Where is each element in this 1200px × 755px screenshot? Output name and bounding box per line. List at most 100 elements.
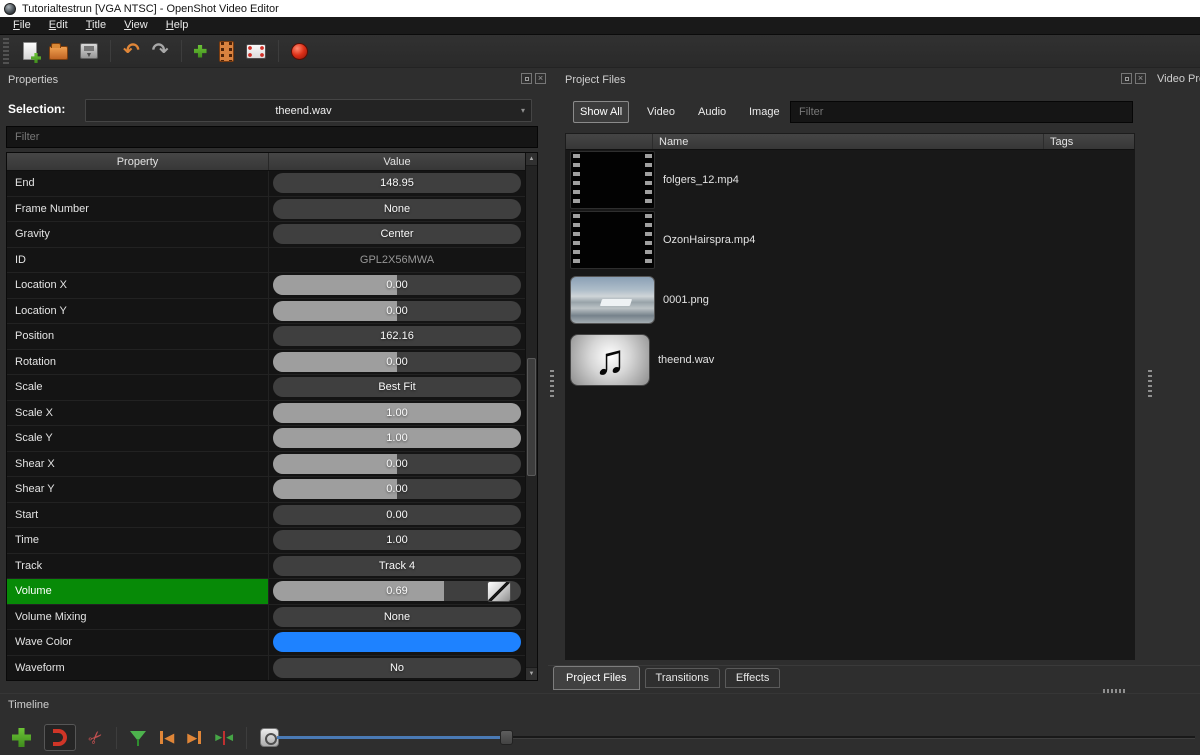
property-value-cell[interactable]: 0.00 <box>269 273 525 298</box>
property-row-location-y[interactable]: Location Y 0.00 <box>7 299 537 325</box>
wave-color-swatch[interactable] <box>273 632 521 652</box>
property-value-pill[interactable]: 148.95 <box>273 173 521 193</box>
menu-edit[interactable]: Edit <box>40 17 77 34</box>
export-video-button[interactable] <box>291 43 308 60</box>
slider-handle[interactable] <box>500 730 513 745</box>
scrollbar-down-arrow[interactable]: ▼ <box>526 667 537 680</box>
menu-title[interactable]: Title <box>77 17 115 34</box>
column-header-tags[interactable]: Tags <box>1044 134 1134 149</box>
toolbar-grip-handle[interactable] <box>3 38 9 64</box>
menu-help[interactable]: Help <box>157 17 198 34</box>
property-row-wave-color[interactable]: Wave Color <box>7 630 537 656</box>
properties-scrollbar[interactable]: ▲ ▼ <box>525 153 537 680</box>
filter-show-all-button[interactable]: Show All <box>573 101 629 123</box>
property-value-cell[interactable]: 0.00 <box>269 350 525 375</box>
tab-project-files[interactable]: Project Files <box>553 666 640 690</box>
filter-audio-button[interactable]: Audio <box>692 101 732 123</box>
razor-tool-button[interactable]: ✂ <box>84 725 108 749</box>
tab-transitions[interactable]: Transitions <box>645 668 720 688</box>
property-value-cell[interactable]: Track 4 <box>269 554 525 579</box>
property-value-cell[interactable]: 0.00 <box>269 299 525 324</box>
choose-profile-button[interactable] <box>219 41 234 62</box>
property-row-scale-y[interactable]: Scale Y 1.00 <box>7 426 537 452</box>
property-value-pill[interactable]: Center <box>273 224 521 244</box>
property-value-cell[interactable]: 0.00 <box>269 477 525 502</box>
add-track-button[interactable] <box>12 728 31 747</box>
property-value-cell[interactable]: Best Fit <box>269 375 525 400</box>
property-value-cell[interactable]: 0.00 <box>269 503 525 528</box>
column-header-value[interactable]: Value <box>269 153 525 170</box>
property-value-pill[interactable]: None <box>273 607 521 627</box>
file-row-ozonhairspra-mp4[interactable]: OzonHairspra.mp4 <box>565 210 1135 270</box>
property-value-pill[interactable]: No <box>273 658 521 678</box>
filter-image-button[interactable]: Image <box>743 101 786 123</box>
properties-table-header[interactable]: Property Value <box>7 153 537 171</box>
selection-dropdown[interactable]: theend.wav ▾ <box>85 99 532 122</box>
property-value-cell[interactable]: 1.00 <box>269 426 525 451</box>
add-marker-button[interactable] <box>130 730 146 746</box>
property-row-gravity[interactable]: Gravity Center <box>7 222 537 248</box>
property-value-cell[interactable]: 1.00 <box>269 401 525 426</box>
property-row-volume-mixing[interactable]: Volume Mixing None <box>7 605 537 631</box>
property-row-shear-y[interactable]: Shear Y 0.00 <box>7 477 537 503</box>
property-value-pill[interactable]: None <box>273 199 521 219</box>
property-row-location-x[interactable]: Location X 0.00 <box>7 273 537 299</box>
property-value-cell[interactable]: GPL2X56MWA <box>269 248 525 273</box>
undo-button[interactable]: ↶ <box>123 42 140 60</box>
property-value-pill[interactable]: 0.00 <box>273 479 521 499</box>
scrollbar-up-arrow[interactable]: ▲ <box>526 153 537 166</box>
property-row-waveform[interactable]: Waveform No <box>7 656 537 681</box>
splitter-handle-right[interactable] <box>1148 370 1152 397</box>
properties-close-button[interactable]: × <box>535 73 546 84</box>
property-row-rotation[interactable]: Rotation 0.00 <box>7 350 537 376</box>
project-files-float-button[interactable] <box>1121 73 1132 84</box>
property-value-cell[interactable]: Center <box>269 222 525 247</box>
property-row-track[interactable]: Track Track 4 <box>7 554 537 580</box>
property-row-position[interactable]: Position 162.16 <box>7 324 537 350</box>
property-value-cell[interactable]: 1.00 <box>269 528 525 553</box>
center-on-playhead-button[interactable]: ▶ ◀ <box>215 731 233 745</box>
property-row-end[interactable]: End 148.95 <box>7 171 537 197</box>
previous-marker-button[interactable]: ◀ <box>159 730 174 746</box>
files-table-header[interactable]: Name Tags <box>565 133 1135 150</box>
menu-view[interactable]: View <box>115 17 157 34</box>
scrollbar-thumb[interactable] <box>527 358 536 476</box>
property-row-id[interactable]: ID GPL2X56MWA <box>7 248 537 274</box>
next-marker-button[interactable]: ▶ <box>187 730 202 746</box>
property-row-shear-x[interactable]: Shear X 0.00 <box>7 452 537 478</box>
property-row-start[interactable]: Start 0.00 <box>7 503 537 529</box>
property-value-pill[interactable]: 0.00 <box>273 275 521 295</box>
property-value-pill[interactable]: Best Fit <box>273 377 521 397</box>
property-row-scale[interactable]: Scale Best Fit <box>7 375 537 401</box>
tab-effects[interactable]: Effects <box>725 668 780 688</box>
snapping-toggle-button[interactable] <box>44 724 76 751</box>
property-value-cell[interactable]: 0.69 <box>269 579 525 604</box>
property-row-volume[interactable]: Volume 0.69 <box>7 579 537 605</box>
open-project-button[interactable] <box>49 46 68 60</box>
property-value-pill[interactable]: 0.00 <box>273 505 521 525</box>
new-project-button[interactable] <box>23 42 37 60</box>
property-value-cell[interactable]: No <box>269 656 525 681</box>
keyframe-interpolation-button[interactable] <box>487 581 511 602</box>
property-value-pill[interactable]: Track 4 <box>273 556 521 576</box>
property-row-frame-number[interactable]: Frame Number None <box>7 197 537 223</box>
fullscreen-button[interactable] <box>246 44 266 59</box>
property-value-pill[interactable]: 1.00 <box>273 428 521 448</box>
property-value-pill[interactable]: 1.00 <box>273 530 521 550</box>
menu-file[interactable]: File <box>4 17 40 34</box>
timeline-zoom-slider[interactable] <box>277 730 1195 745</box>
column-header-property[interactable]: Property <box>7 153 269 170</box>
column-header-name[interactable]: Name <box>653 134 1044 149</box>
property-value-pill[interactable]: 0.69 <box>273 581 521 601</box>
property-value-pill[interactable]: 0.00 <box>273 352 521 372</box>
splitter-handle-left[interactable] <box>550 370 554 397</box>
filter-video-button[interactable]: Video <box>641 101 681 123</box>
property-value-cell[interactable]: None <box>269 197 525 222</box>
property-value-cell[interactable]: 148.95 <box>269 171 525 196</box>
properties-float-button[interactable] <box>521 73 532 84</box>
property-value-pill[interactable]: 0.00 <box>273 454 521 474</box>
project-files-filter-input[interactable] <box>790 101 1133 123</box>
property-row-time[interactable]: Time 1.00 <box>7 528 537 554</box>
file-row-theend-wav[interactable]: ♫theend.wav <box>565 330 1135 390</box>
property-value-pill[interactable]: 162.16 <box>273 326 521 346</box>
